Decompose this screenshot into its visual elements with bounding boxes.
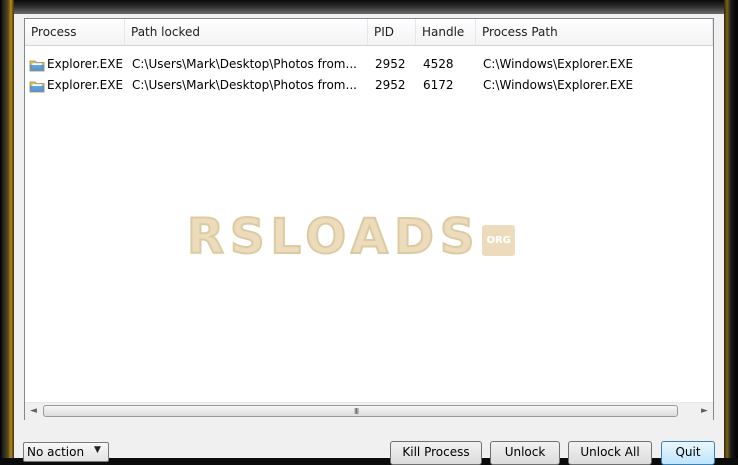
action-bar: No action ▼ Kill Process Unlock Unlock A… <box>14 438 724 465</box>
chevron-down-icon[interactable]: ▼ <box>94 445 101 455</box>
unlock-all-button[interactable]: Unlock All <box>568 441 652 465</box>
quit-button[interactable]: Quit <box>661 441 715 465</box>
table-row[interactable]: Explorer.EXE C:\Users\Mark\Desktop\Photo… <box>25 54 713 74</box>
process-path-cell: C:\Windows\Explorer.EXE <box>483 78 634 92</box>
column-header-process-path[interactable]: Process Path <box>476 19 713 45</box>
column-header-path-locked[interactable]: Path locked <box>125 19 368 45</box>
window-frame-left <box>0 0 14 458</box>
process-path-cell: C:\Windows\Explorer.EXE <box>483 57 634 71</box>
watermark-suffix: ORG <box>482 224 515 256</box>
scroll-right-arrow-icon[interactable]: ► <box>696 403 713 420</box>
column-header-handle[interactable]: Handle <box>416 19 476 45</box>
pid-cell: 2952 <box>375 57 406 71</box>
handle-cell: 4528 <box>423 57 454 71</box>
action-dropdown[interactable]: No action ▼ <box>23 442 109 462</box>
scroll-left-arrow-icon[interactable]: ◄ <box>25 403 42 420</box>
horizontal-scrollbar[interactable]: ◄ III ► <box>25 402 713 420</box>
scrollbar-thumb[interactable]: III <box>43 405 678 417</box>
window-frame-top <box>0 0 738 14</box>
watermark-text: RSLOADS <box>186 208 481 266</box>
process-name: Explorer.EXE <box>47 57 124 71</box>
watermark-logo: RSLOADS ORG <box>186 208 515 266</box>
dialog-client-area: Process Path locked PID Handle Process P… <box>14 14 724 465</box>
column-header-process[interactable]: Process <box>25 19 125 45</box>
pid-cell: 2952 <box>375 78 406 92</box>
path-locked-cell: C:\Users\Mark\Desktop\Photos from... <box>132 57 357 71</box>
process-cell: Explorer.EXE <box>25 54 125 74</box>
column-header-pid[interactable]: PID <box>368 19 416 45</box>
handle-cell: 6172 <box>423 78 454 92</box>
process-cell: Explorer.EXE <box>25 75 125 95</box>
folder-icon <box>29 57 45 73</box>
process-name: Explorer.EXE <box>47 78 124 92</box>
unlock-button[interactable]: Unlock <box>490 441 560 465</box>
path-locked-cell: C:\Users\Mark\Desktop\Photos from... <box>132 78 357 92</box>
grip-icon: III <box>354 407 359 416</box>
locked-files-list[interactable]: Process Path locked PID Handle Process P… <box>24 18 714 420</box>
kill-process-button[interactable]: Kill Process <box>390 441 482 465</box>
list-header: Process Path locked PID Handle Process P… <box>25 19 713 46</box>
action-dropdown-value: No action <box>27 445 85 459</box>
folder-icon <box>29 78 45 94</box>
window-frame-right <box>724 0 738 458</box>
table-row[interactable]: Explorer.EXE C:\Users\Mark\Desktop\Photo… <box>25 75 713 95</box>
